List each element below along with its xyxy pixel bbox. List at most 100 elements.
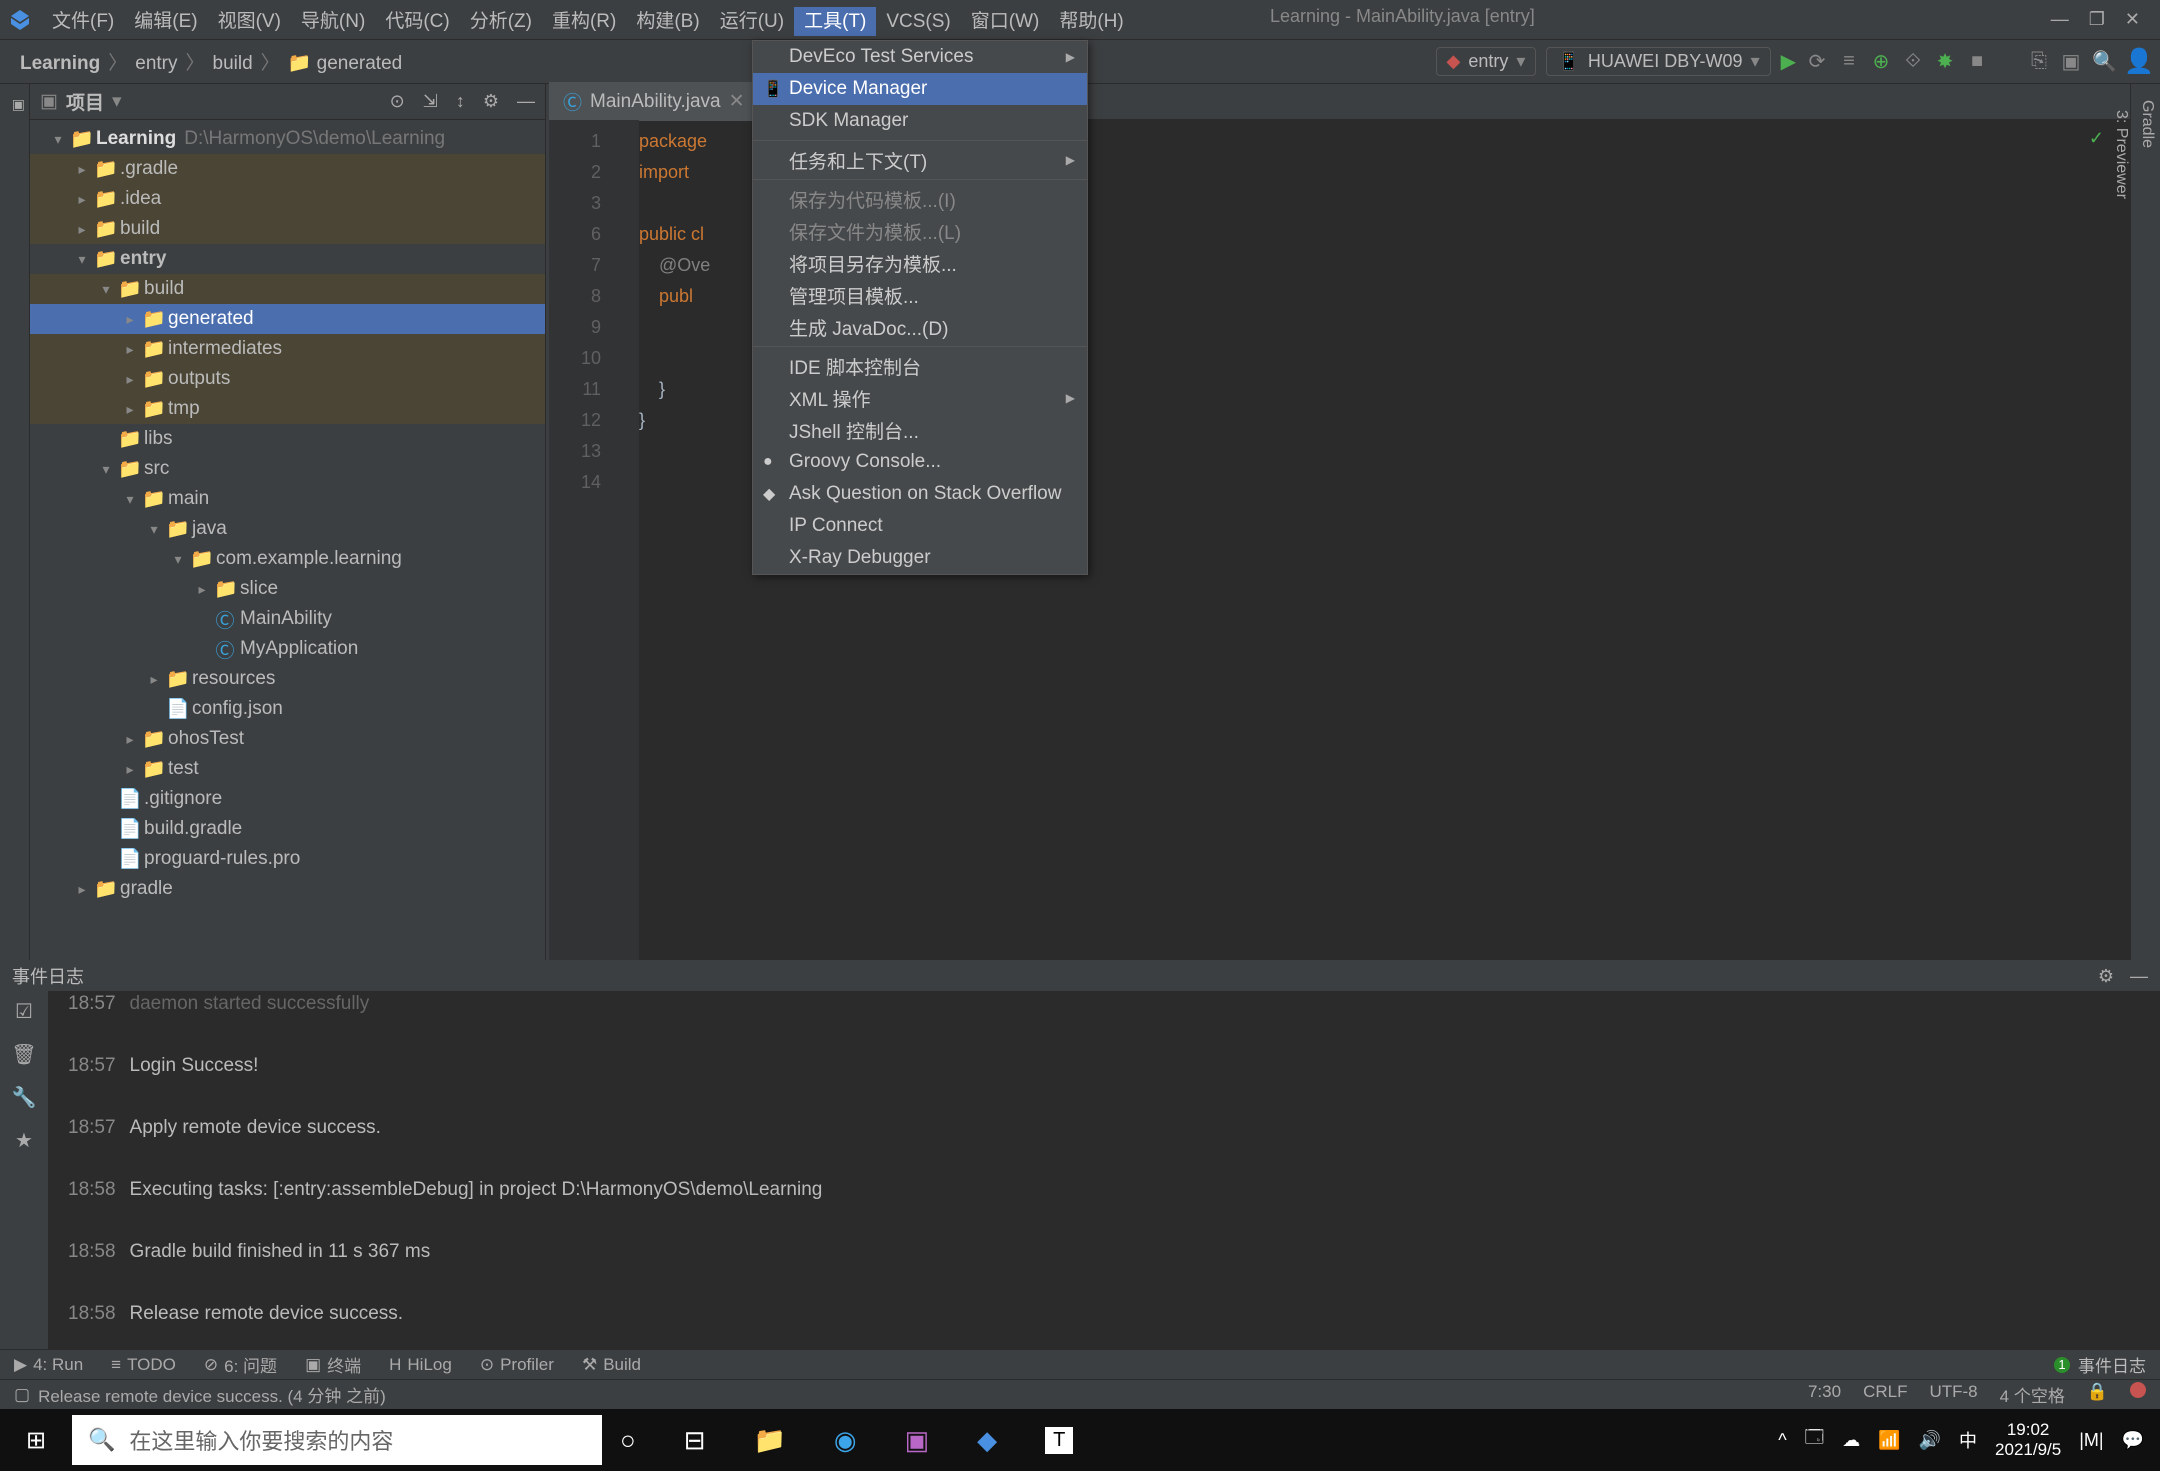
tree-row[interactable]: ▸📁tmp [30, 394, 545, 424]
close-button[interactable]: ✕ [2125, 9, 2140, 30]
menu-9[interactable]: 工具(T) [794, 7, 876, 36]
tree-row[interactable]: ▸📁gradle [30, 874, 545, 904]
tree-row[interactable]: ▸📁.gradle [30, 154, 545, 184]
bottom-tab[interactable]: ⊘6: 问题 [204, 1352, 277, 1377]
bottom-tab[interactable]: ≡TODO [111, 1352, 176, 1377]
trash-icon[interactable]: 🗑 [11, 1042, 36, 1067]
device-selector[interactable]: 📱HUAWEI DBY-W09▾ [1546, 47, 1770, 76]
menu-7[interactable]: 构建(B) [626, 7, 709, 36]
git-icon[interactable]: ⎘ [2028, 50, 2050, 73]
breadcrumb[interactable]: Learning [14, 51, 106, 76]
line-sep[interactable]: CRLF [1863, 1382, 1907, 1407]
menu-item[interactable]: ●Groovy Console... [753, 446, 1087, 478]
tree-row[interactable]: 📄proguard-rules.pro [30, 844, 545, 874]
attach-icon[interactable]: ⟐ [1902, 50, 1924, 73]
tree-row[interactable]: ▸📁intermediates [30, 334, 545, 364]
menu-item[interactable]: 保存为代码模板...(I) [753, 183, 1087, 215]
breadcrumb[interactable]: build [207, 51, 259, 76]
tree-row[interactable]: ▾📁src [30, 454, 545, 484]
breadcrumb[interactable]: entry [129, 51, 183, 76]
tree-row[interactable]: ▾📁java [30, 514, 545, 544]
edge-icon[interactable]: ◉ [834, 1425, 857, 1456]
bottom-tab[interactable]: ▣终端 [305, 1352, 361, 1377]
menu-item[interactable]: XML 操作▶ [753, 382, 1087, 414]
tree-row[interactable]: 📄build.gradle [30, 814, 545, 844]
menu-5[interactable]: 分析(Z) [460, 7, 542, 36]
bottom-tab[interactable]: HHiLog [389, 1352, 452, 1377]
gradle-tool-tab[interactable]: Gradle [2134, 92, 2160, 960]
project-tree[interactable]: ▾📁Learning D:\HarmonyOS\demo\Learning▸📁.… [30, 120, 545, 960]
menu-11[interactable]: 窗口(W) [961, 7, 1050, 36]
battery-icon[interactable]: 🗔 [1805, 1425, 1825, 1455]
event-hide-icon[interactable]: — [2130, 966, 2148, 987]
maximize-button[interactable]: ❐ [2089, 9, 2105, 30]
taskbar-search[interactable]: 🔍 在这里输入你要搜索的内容 [72, 1415, 602, 1465]
tree-row[interactable]: ▸📁resources [30, 664, 545, 694]
run-button[interactable]: ▶ [1781, 49, 1796, 74]
start-button[interactable]: ⊞ [0, 1426, 72, 1455]
ime-indicator[interactable]: 中 [1959, 1427, 1977, 1453]
stop-icon[interactable]: ■ [1966, 50, 1988, 73]
notifications-icon[interactable]: 💬 [2122, 1430, 2144, 1451]
cursor-pos[interactable]: 7:30 [1808, 1382, 1841, 1407]
breadcrumb[interactable]: 📁 generated [282, 51, 409, 76]
locate-icon[interactable]: ⊙ [390, 91, 405, 112]
collapse-icon[interactable]: ↕ [456, 91, 465, 112]
menu-item[interactable]: JShell 控制台... [753, 414, 1087, 446]
tray-chevron-icon[interactable]: ^ [1778, 1430, 1786, 1451]
search-icon[interactable]: 🔍 [2092, 49, 2114, 74]
ide-icon[interactable]: ▣ [905, 1425, 930, 1456]
bottom-tab[interactable]: ⊙Profiler [480, 1352, 554, 1377]
hide-icon[interactable]: — [517, 91, 535, 112]
tree-row[interactable]: ▸📁generated [30, 304, 545, 334]
expand-icon[interactable]: ⇲ [423, 91, 438, 112]
profile-icon[interactable]: ⊕ [1870, 49, 1892, 74]
taskview-icon[interactable]: ⊟ [684, 1425, 706, 1456]
tree-row[interactable]: ▾📁main [30, 484, 545, 514]
tree-row[interactable]: ▸📁test [30, 754, 545, 784]
editor-tab[interactable]: Ⓒ MainAbility.java ✕ [549, 82, 760, 121]
explorer-icon[interactable]: 📁 [754, 1425, 786, 1456]
menu-item[interactable]: 📱Device Manager [753, 73, 1087, 105]
star-icon[interactable]: ★ [15, 1128, 33, 1153]
tree-row[interactable]: ▾📁Learning D:\HarmonyOS\demo\Learning [30, 124, 545, 154]
menu-0[interactable]: 文件(F) [42, 7, 124, 36]
bug-icon[interactable]: ✸ [1934, 49, 1956, 74]
update-icon[interactable]: ▣ [2060, 49, 2082, 74]
menu-item[interactable]: X-Ray Debugger [753, 542, 1087, 574]
menu-item[interactable]: SDK Manager [753, 105, 1087, 137]
deveco-icon[interactable]: ◆ [977, 1425, 997, 1456]
tree-row[interactable]: ▾📁build [30, 274, 545, 304]
bottom-tab[interactable]: ⚒Build [582, 1352, 641, 1377]
menu-6[interactable]: 重构(R) [542, 7, 626, 36]
tree-row[interactable]: 📄config.json [30, 694, 545, 724]
menu-item[interactable]: 管理项目模板... [753, 279, 1087, 311]
menu-item[interactable]: IDE 脚本控制台 [753, 350, 1087, 382]
indent[interactable]: 4 个空格 [2000, 1382, 2065, 1407]
avatar-icon[interactable]: 👤 [2124, 47, 2146, 76]
coverage-icon[interactable]: ≡ [1838, 50, 1860, 73]
tree-row[interactable]: ⒸMyApplication [30, 634, 545, 664]
close-tab-icon[interactable]: ✕ [729, 90, 745, 113]
taskbar-clock[interactable]: 19:02 2021/9/5 [1995, 1420, 2061, 1460]
filter-icon[interactable]: ☑ [15, 999, 33, 1024]
tree-row[interactable]: ▸📁build [30, 214, 545, 244]
lock-icon[interactable]: 🔒 [2087, 1382, 2108, 1407]
menu-item[interactable]: 生成 JavaDoc...(D) [753, 311, 1087, 343]
project-tool-tab[interactable]: ▣ [8, 88, 29, 121]
cortana-icon[interactable]: ○ [620, 1425, 636, 1456]
tray-m-icon[interactable]: |M| [2079, 1430, 2103, 1451]
menu-item[interactable]: IP Connect [753, 510, 1087, 542]
error-indicator[interactable] [2130, 1382, 2146, 1398]
volume-icon[interactable]: 🔊 [1919, 1430, 1941, 1451]
run-config-selector[interactable]: ◆entry▾ [1436, 47, 1537, 76]
menu-2[interactable]: 视图(V) [208, 7, 291, 36]
tree-row[interactable]: ▸📁ohosTest [30, 724, 545, 754]
wifi-icon[interactable]: 📶 [1878, 1430, 1900, 1451]
tree-row[interactable]: ▾📁entry [30, 244, 545, 274]
menu-8[interactable]: 运行(U) [710, 7, 794, 36]
tree-row[interactable]: ▾📁com.example.learning [30, 544, 545, 574]
tree-row[interactable]: 📄.gitignore [30, 784, 545, 814]
event-log[interactable]: 18:57daemon started successfully18:57Log… [48, 991, 2160, 1349]
debug-icon[interactable]: ⟳ [1806, 49, 1828, 74]
